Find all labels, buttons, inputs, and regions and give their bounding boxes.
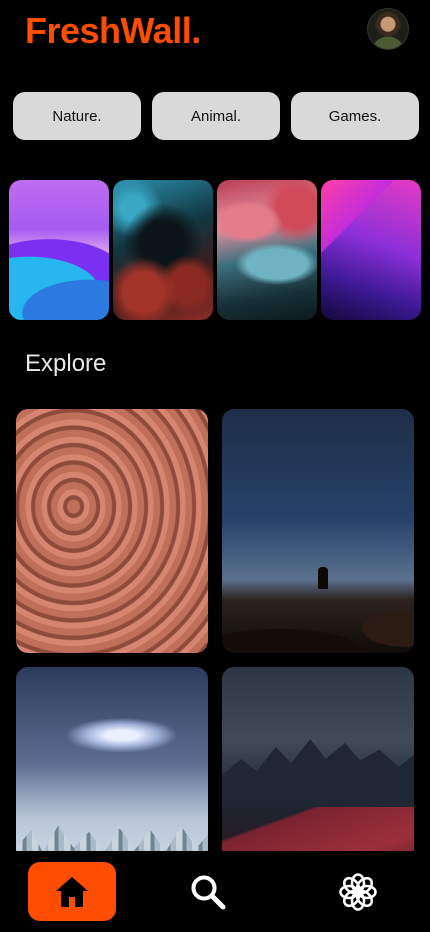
nav-home-button[interactable] [28, 862, 116, 921]
section-title-explore: Explore [25, 350, 107, 377]
nav-search-button[interactable] [164, 862, 252, 921]
mountain-range [222, 739, 414, 807]
featured-wallpapers [9, 180, 421, 320]
app-logo: FreshWall. [25, 10, 201, 51]
featured-wallpaper[interactable] [217, 180, 317, 320]
avatar[interactable] [368, 9, 408, 49]
wallpaper-tile[interactable] [16, 409, 208, 653]
flower-icon [339, 872, 377, 911]
featured-wallpaper[interactable] [9, 180, 109, 320]
wallpaper-tile[interactable] [222, 409, 414, 653]
home-icon [56, 876, 88, 907]
category-chips: Nature. Animal. Games. [13, 92, 419, 140]
explore-grid [16, 409, 414, 911]
category-chip-nature[interactable]: Nature. [13, 92, 141, 140]
nav-collections-button[interactable] [314, 862, 402, 921]
bottom-nav [0, 851, 430, 932]
search-icon [191, 875, 226, 909]
hiker-silhouette [318, 567, 328, 589]
featured-wallpaper[interactable] [113, 180, 213, 320]
featured-wallpaper[interactable] [321, 180, 421, 320]
category-chip-games[interactable]: Games. [291, 92, 419, 140]
category-chip-animal[interactable]: Animal. [152, 92, 280, 140]
